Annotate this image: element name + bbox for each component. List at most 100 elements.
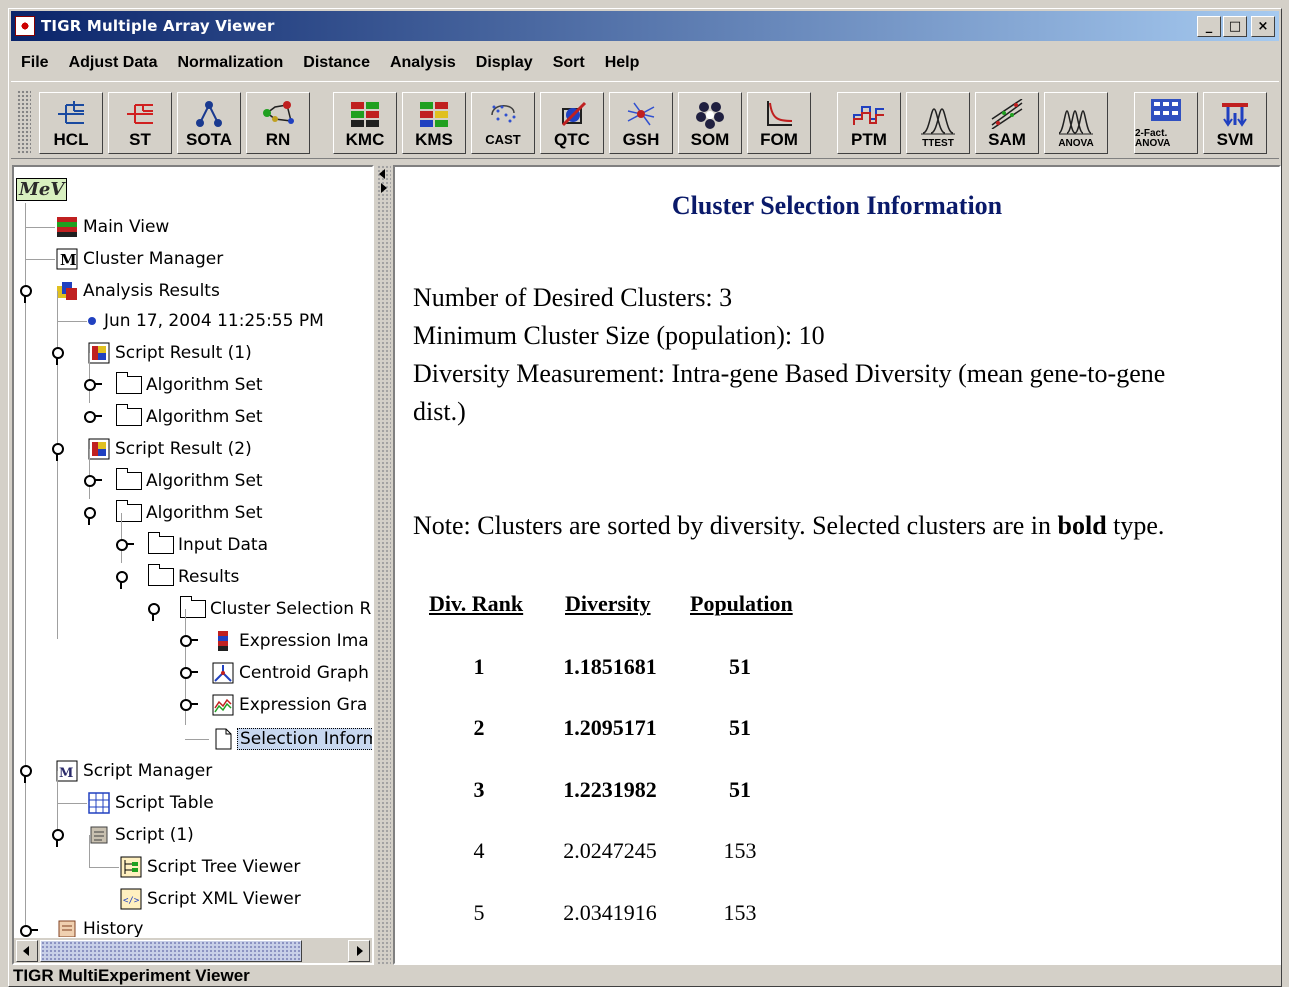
expand-handle-script-1[interactable]	[50, 827, 64, 847]
svg-text:</>: </>	[123, 896, 140, 906]
heatmap-icon	[56, 216, 78, 238]
expand-handle-results[interactable]	[114, 569, 128, 589]
tree-item-input-data[interactable]: Input Data	[148, 531, 270, 559]
folder-icon	[180, 596, 206, 618]
script-result-icon	[88, 342, 110, 364]
ttest-icon	[921, 107, 955, 137]
expand-handle-algorithm-set-4[interactable]	[82, 505, 96, 525]
menu-help[interactable]: Help	[595, 54, 650, 72]
expand-handle-algorithm-set-2[interactable]	[82, 409, 102, 423]
expand-handle-analysis-results[interactable]	[18, 283, 32, 303]
tree-item-script-result-1[interactable]: Script Result (1)	[88, 339, 254, 367]
tree-horizontal-scrollbar[interactable]	[14, 937, 372, 963]
expand-right-arrow-icon[interactable]	[381, 183, 387, 193]
tree-item-script-manager[interactable]: M Script Manager	[56, 757, 214, 785]
sota-icon	[192, 99, 226, 129]
menu-file[interactable]: File	[11, 54, 59, 72]
tree-item-expression-graph[interactable]: Expression Gra	[212, 691, 369, 719]
kmc-button[interactable]: KMC	[333, 92, 397, 154]
menu-display[interactable]: Display	[466, 54, 543, 72]
split-pane-divider[interactable]	[377, 165, 391, 965]
tree-item-expression-image[interactable]: Expression Ima	[212, 627, 371, 655]
expand-handle-script-result-2[interactable]	[50, 441, 64, 461]
navigation-tree-panel: MeV Main View M Cluster Manager Analysis…	[12, 165, 374, 965]
ptm-button[interactable]: PTM	[837, 92, 901, 154]
menu-bar: File Adjust Data Normalization Distance …	[11, 49, 1279, 77]
tree-item-script-xml-viewer[interactable]: </> Script XML Viewer	[120, 885, 303, 913]
table-cell-diversity: 2.0341916	[563, 900, 657, 925]
som-button[interactable]: SOM	[678, 92, 742, 154]
svm-button[interactable]: SVM	[1203, 92, 1267, 154]
tree-item-cluster-selection[interactable]: Cluster Selection R	[180, 595, 372, 623]
tree-item-script-result-2[interactable]: Script Result (2)	[88, 435, 254, 463]
expand-handle-centroid-graph[interactable]	[178, 665, 198, 679]
qtc-button[interactable]: QTC	[540, 92, 604, 154]
tree-item-cluster-manager[interactable]: M Cluster Manager	[56, 245, 225, 273]
expand-handle-history[interactable]	[18, 923, 38, 937]
close-button[interactable]: ×	[1251, 16, 1275, 37]
centroid-graph-icon	[212, 662, 234, 684]
expand-handle-algorithm-set-3[interactable]	[82, 473, 102, 487]
tree-item-script-1[interactable]: Script (1)	[88, 821, 196, 849]
two-factor-anova-button[interactable]: 2-Fact. ANOVA	[1134, 92, 1198, 154]
tree-item-timestamp[interactable]: Jun 17, 2004 11:25:55 PM	[88, 307, 326, 335]
maximize-button[interactable]: □	[1223, 16, 1247, 37]
title-bar[interactable]: TIGR Multiple Array Viewer _ □ ×	[11, 11, 1279, 41]
sam-icon	[990, 99, 1024, 129]
expand-handle-script-manager[interactable]	[18, 763, 32, 783]
xml-viewer-icon: </>	[120, 888, 142, 910]
fom-button[interactable]: FOM	[747, 92, 811, 154]
tree-item-centroid-graph[interactable]: Centroid Graph	[212, 659, 371, 687]
bullet-icon	[88, 317, 96, 325]
menu-normalization[interactable]: Normalization	[167, 54, 293, 72]
hcl-button[interactable]: HCL	[39, 92, 103, 154]
tree-item-selection-information[interactable]: Selection Inform	[212, 725, 372, 753]
expand-handle-cluster-selection[interactable]	[146, 601, 160, 621]
anova-button[interactable]: ANOVA	[1044, 92, 1108, 154]
tree-item-analysis-results[interactable]: Analysis Results	[56, 277, 222, 305]
rn-button[interactable]: RN	[246, 92, 310, 154]
tree-item-algorithm-set-1[interactable]: Algorithm Set	[116, 371, 265, 399]
tree-item-main-view[interactable]: Main View	[56, 213, 171, 241]
expression-image-icon	[212, 630, 234, 652]
info-title: Cluster Selection Information	[671, 191, 1003, 220]
collapse-left-arrow-icon[interactable]	[379, 169, 385, 179]
tree-item-algorithm-set-3[interactable]: Algorithm Set	[116, 467, 265, 495]
menu-distance[interactable]: Distance	[293, 54, 380, 72]
menu-sort[interactable]: Sort	[543, 54, 595, 72]
table-cell-population: 153	[723, 838, 757, 863]
tree-item-algorithm-set-4[interactable]: Algorithm Set	[116, 499, 265, 527]
menu-adjust-data[interactable]: Adjust Data	[59, 54, 168, 72]
tree-item-script-table[interactable]: Script Table	[88, 789, 216, 817]
st-button[interactable]: ST	[108, 92, 172, 154]
ttest-button[interactable]: TTEST	[906, 92, 970, 154]
tree-item-script-tree-viewer[interactable]: Script Tree Viewer	[120, 853, 302, 881]
tree-item-algorithm-set-2[interactable]: Algorithm Set	[116, 403, 265, 431]
cast-button[interactable]: CAST	[471, 92, 535, 154]
toolbar-grip[interactable]	[17, 90, 31, 154]
scroll-left-button[interactable]	[16, 940, 38, 962]
folder-icon	[148, 564, 174, 586]
tree-root-mev[interactable]: MeV	[16, 175, 68, 203]
gsh-button[interactable]: GSH	[609, 92, 673, 154]
kms-button[interactable]: KMS	[402, 92, 466, 154]
expand-handle-algorithm-set-1[interactable]	[82, 377, 102, 391]
navigation-tree: MeV Main View M Cluster Manager Analysis…	[14, 167, 372, 939]
anova-icon	[1059, 107, 1093, 137]
expand-handle-expression-image[interactable]	[178, 633, 198, 647]
scroll-right-button[interactable]	[348, 940, 370, 962]
rn-icon	[261, 99, 295, 129]
min-cluster-size-text: Minimum Cluster Size (population): 10	[413, 321, 825, 350]
minimize-button[interactable]: _	[1197, 16, 1221, 37]
sam-button[interactable]: SAM	[975, 92, 1039, 154]
gsh-icon	[624, 99, 658, 129]
expand-handle-input-data[interactable]	[114, 537, 134, 551]
scrollbar-thumb[interactable]	[40, 940, 302, 962]
tree-item-results[interactable]: Results	[148, 563, 241, 591]
sota-button[interactable]: SOTA	[177, 92, 241, 154]
som-icon	[693, 99, 727, 129]
expand-handle-expression-graph[interactable]	[178, 697, 198, 711]
analysis-results-icon	[56, 280, 78, 302]
menu-analysis[interactable]: Analysis	[380, 54, 466, 72]
expand-handle-script-result-1[interactable]	[50, 345, 64, 365]
